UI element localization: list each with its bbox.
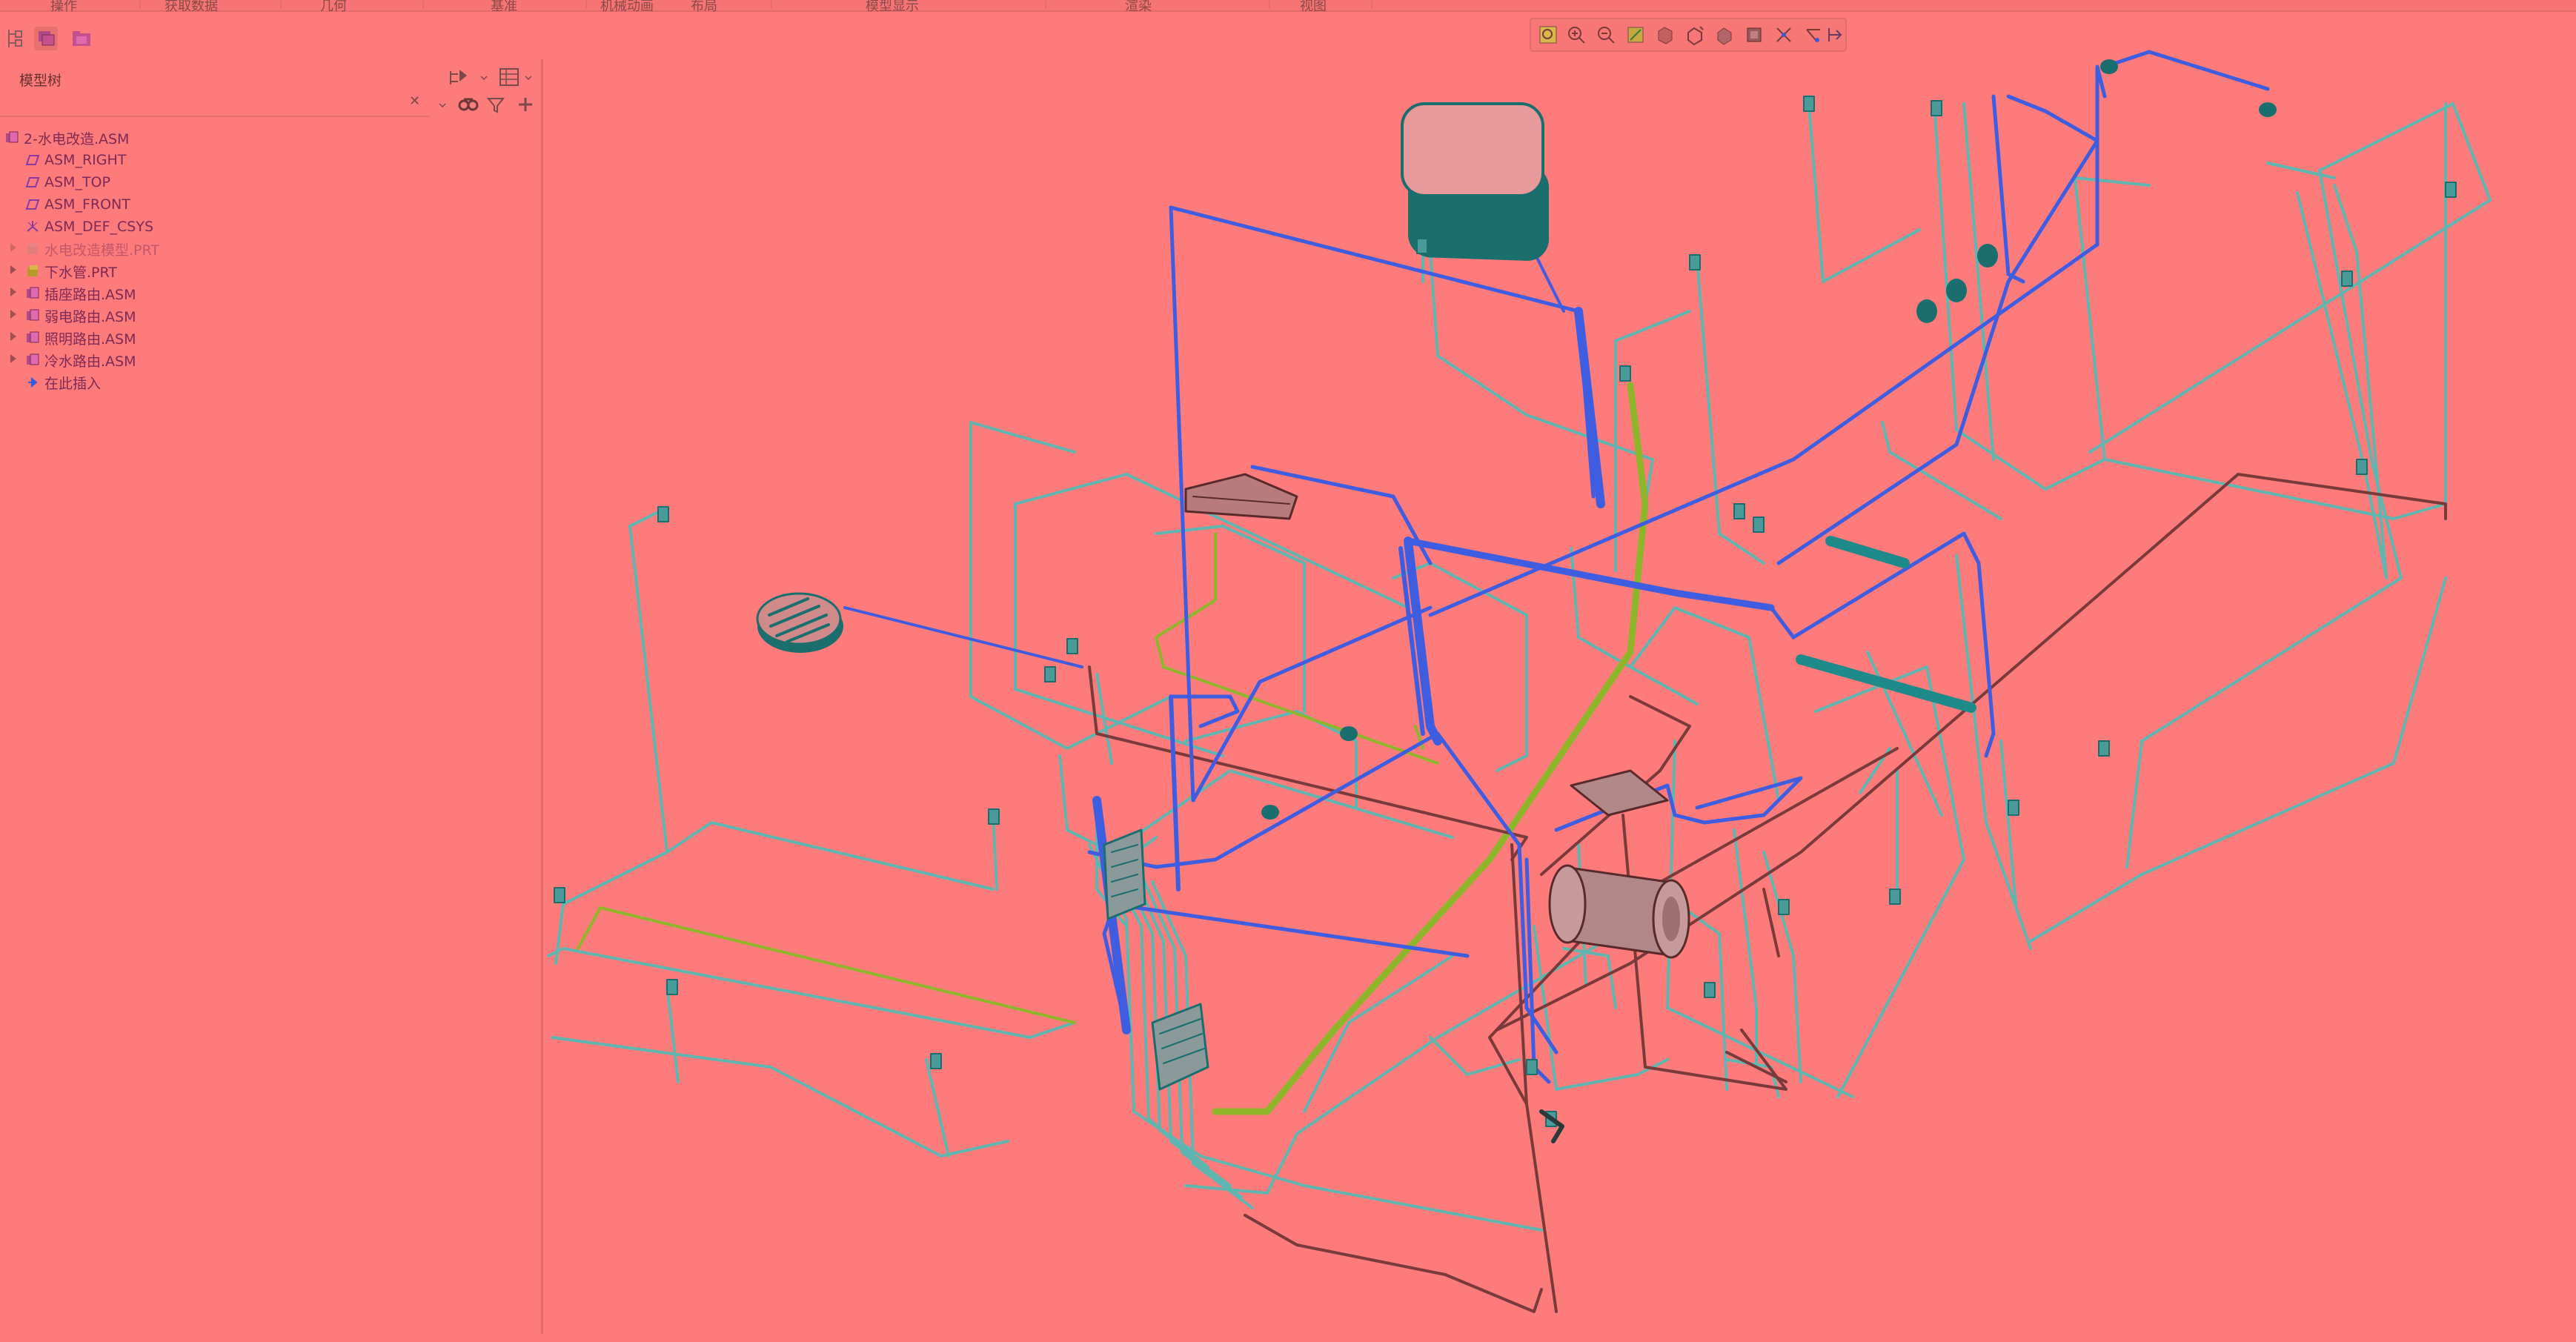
teal-pipes bbox=[1796, 536, 1976, 713]
tree-node-weak-current-route[interactable]: 弱电路由.ASM bbox=[10, 305, 136, 326]
part-icon bbox=[27, 243, 38, 254]
add-column-icon[interactable] bbox=[514, 93, 537, 116]
tree-node-label: 2-水电改造.ASM bbox=[24, 130, 130, 147]
tree-node-label: 弱电路由.ASM bbox=[44, 308, 136, 325]
tree-node-asm-right[interactable]: ASM_RIGHT bbox=[25, 150, 126, 170]
distribution-box-left bbox=[1103, 828, 1146, 920]
expand-arrow-icon[interactable] bbox=[10, 354, 16, 363]
menu-get-data[interactable]: 获取数据 bbox=[165, 0, 218, 15]
clear-search-icon[interactable]: ✕ bbox=[409, 93, 420, 109]
floor-drain bbox=[756, 592, 843, 653]
datum-plane-icon bbox=[25, 199, 40, 210]
tree-node-insert-here[interactable]: 在此插入 bbox=[25, 372, 101, 393]
layers-tab-icon[interactable] bbox=[34, 27, 58, 50]
model-tree-title: 模型树 bbox=[19, 73, 62, 89]
tree-node-drain-pipe[interactable]: 下水管.PRT bbox=[10, 261, 117, 282]
expand-arrow-icon[interactable] bbox=[10, 310, 16, 319]
model-tree-panel: 模型树 ✕ 2-水电改造.ASM ASM_RIGHT ASM_TOP ASM_F… bbox=[0, 59, 543, 1334]
tree-node-asm-def-csys[interactable]: ASM_DEF_CSYS bbox=[25, 216, 153, 237]
tree-node-socket-route[interactable]: 插座路由.ASM bbox=[10, 283, 136, 304]
chevron-down-icon[interactable] bbox=[439, 98, 446, 113]
tree-node-label: 插座路由.ASM bbox=[44, 286, 136, 303]
tree-filters-icon[interactable] bbox=[448, 67, 470, 87]
wiring-outlines bbox=[547, 95, 2492, 1232]
assembly-icon bbox=[27, 309, 39, 321]
tree-node-asm-top[interactable]: ASM_TOP bbox=[25, 172, 110, 193]
tree-node-label: ASM_FRONT bbox=[44, 196, 130, 213]
assembly-icon bbox=[27, 287, 39, 299]
tree-node-label: 下水管.PRT bbox=[44, 264, 117, 281]
datum-plane-icon bbox=[25, 155, 40, 165]
tree-node-label: ASM_TOP bbox=[44, 174, 110, 190]
expand-arrow-icon[interactable] bbox=[10, 288, 16, 296]
datum-plane-icon bbox=[25, 177, 40, 187]
tree-settings-icon[interactable] bbox=[498, 67, 520, 87]
folder-browser-tab-icon[interactable] bbox=[70, 27, 93, 50]
filter-icon[interactable] bbox=[485, 93, 507, 116]
assembly-icon bbox=[27, 331, 39, 343]
menu-operations[interactable]: 操作 bbox=[50, 0, 77, 15]
drain-routes bbox=[1088, 473, 2447, 1313]
tree-node-cold-water-route[interactable]: 冷水路由.ASM bbox=[10, 350, 136, 371]
tree-node-asm-front[interactable]: ASM_FRONT bbox=[25, 194, 130, 215]
tree-search-field[interactable]: ✕ bbox=[0, 90, 430, 117]
expand-arrow-icon[interactable] bbox=[10, 243, 16, 252]
coordinate-system-icon bbox=[27, 221, 39, 232]
tree-node-root[interactable]: 2-水电改造.ASM bbox=[4, 127, 129, 148]
part-icon bbox=[27, 265, 38, 276]
distribution-box-bottom bbox=[1151, 1003, 1209, 1091]
tree-node-model-part[interactable]: 水电改造模型.PRT bbox=[10, 239, 159, 259]
menu-datum[interactable]: 基准 bbox=[491, 0, 517, 15]
menu-geometry[interactable]: 几何 bbox=[320, 0, 347, 15]
tree-node-label: 照明路由.ASM bbox=[44, 330, 136, 348]
insert-here-icon bbox=[28, 376, 38, 388]
graphics-window[interactable] bbox=[543, 10, 2576, 1342]
model-tree-header: 模型树 bbox=[0, 64, 540, 90]
assembly-icon bbox=[6, 131, 19, 143]
tree-node-label: 冷水路由.ASM bbox=[44, 353, 136, 370]
model-tree-tab-icon[interactable] bbox=[4, 27, 28, 50]
electrical-box-top bbox=[1184, 473, 1298, 520]
tree-node-label: ASM_RIGHT bbox=[44, 152, 127, 168]
expand-arrow-icon[interactable] bbox=[10, 265, 16, 274]
chevron-down-icon[interactable] bbox=[525, 67, 532, 87]
tree-node-label: ASM_DEF_CSYS bbox=[44, 219, 154, 235]
expand-arrow-icon[interactable] bbox=[10, 332, 16, 341]
chevron-down-icon[interactable] bbox=[480, 67, 488, 87]
tree-node-label: 在此插入 bbox=[44, 375, 102, 392]
green-routes bbox=[577, 382, 1649, 1115]
tree-node-label: 水电改造模型.PRT bbox=[44, 242, 159, 259]
assembly-icon bbox=[27, 353, 39, 365]
tree-node-lighting-route[interactable]: 照明路由.ASM bbox=[10, 328, 136, 348]
find-icon[interactable] bbox=[457, 93, 479, 116]
